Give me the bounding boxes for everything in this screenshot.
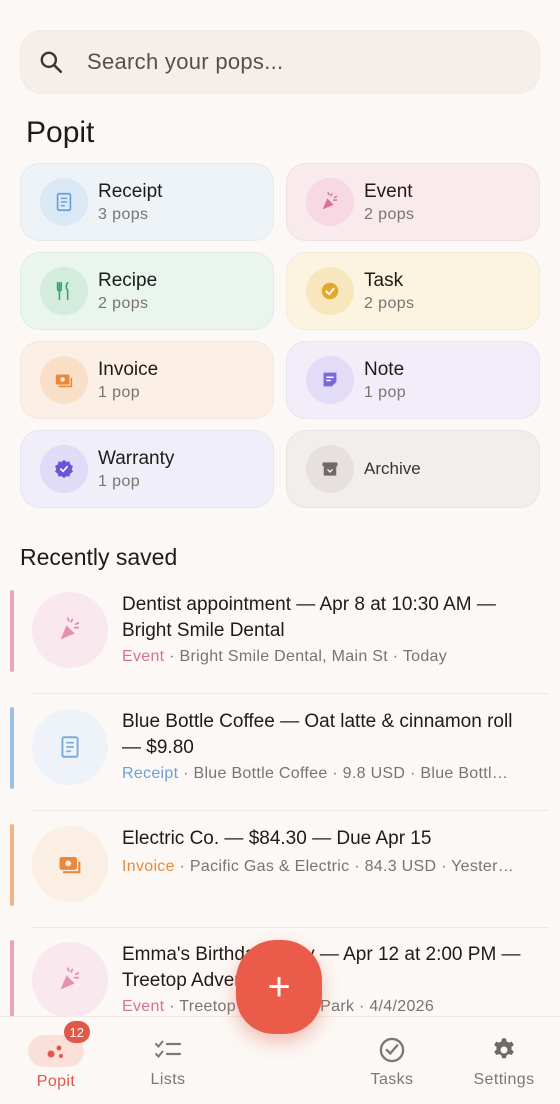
divider — [32, 810, 548, 811]
type-color-bar — [10, 590, 14, 672]
recent-item-meta: Event · Treetop Adventure Park · 4/4/202… — [122, 998, 532, 1016]
section-title: Popit — [26, 116, 95, 149]
note-icon — [306, 356, 354, 404]
recent-item[interactable]: Electric Co. — $84.30 — Due Apr 15 Invoi… — [0, 818, 560, 928]
category-count: 2 pops — [98, 294, 149, 312]
category-count: 1 pop — [364, 383, 407, 401]
category-event[interactable]: Event 2 pops — [286, 163, 540, 241]
recent-item-type: Receipt — [122, 765, 179, 782]
party-popper-icon — [32, 592, 108, 668]
recent-item-title: Blue Bottle Coffee — Oat latte & cinnamo… — [122, 711, 513, 758]
category-receipt[interactable]: Receipt 3 pops — [20, 163, 274, 241]
verified-badge-icon — [40, 445, 88, 493]
category-name: Event — [364, 180, 413, 202]
category-recipe[interactable]: Recipe 2 pops — [20, 252, 274, 330]
recent-item-meta: Receipt · Blue Bottle Coffee · 9.8 USD ·… — [122, 765, 532, 783]
category-count: 2 pops — [364, 205, 415, 223]
type-color-bar — [10, 824, 14, 906]
category-name: Recipe — [98, 269, 158, 291]
app-screen: Search your pops... Popit Receipt 3 pops… — [0, 0, 560, 1104]
receipt-icon — [32, 709, 108, 785]
category-archive[interactable]: Archive — [286, 430, 540, 508]
category-invoice[interactable]: Invoice 1 pop — [20, 341, 274, 419]
category-name: Invoice — [98, 358, 159, 380]
category-name: Receipt — [98, 180, 163, 202]
nav-label: Lists — [150, 1071, 186, 1088]
add-pop-button[interactable]: + — [236, 940, 322, 1034]
category-count: 2 pops — [364, 294, 415, 312]
nav-label: Settings — [473, 1071, 535, 1088]
divider — [32, 693, 548, 694]
nav-tab-settings[interactable]: Settings — [454, 1035, 554, 1104]
recent-item-meta: Invoice · Pacific Gas & Electric · 84.3 … — [122, 858, 532, 876]
recent-item-details: · Blue Bottle Coffee · 9.8 USD · Blue Bo… — [178, 765, 509, 782]
category-note[interactable]: Note 1 pop — [286, 341, 540, 419]
recent-item-title: Emma's Birthday Party — Apr 12 at 2:00 P… — [122, 944, 521, 991]
category-name: Archive — [364, 459, 421, 478]
receipt-icon — [40, 178, 88, 226]
search-input[interactable]: Search your pops... — [87, 49, 283, 75]
nav-tab-tasks[interactable]: Tasks — [342, 1035, 442, 1104]
recent-item[interactable]: Blue Bottle Coffee — Oat latte & cinnamo… — [0, 701, 560, 811]
archive-icon — [306, 445, 354, 493]
category-task[interactable]: Task 2 pops — [286, 252, 540, 330]
recently-saved-title: Recently saved — [20, 544, 178, 570]
type-color-bar — [10, 707, 14, 789]
party-popper-icon — [306, 178, 354, 226]
category-count: 1 pop — [98, 383, 141, 401]
nav-label: Popit — [36, 1073, 76, 1090]
task-check-icon — [377, 1035, 407, 1065]
notification-count-badge: 12 — [63, 1021, 90, 1043]
money-icon — [40, 356, 88, 404]
money-icon — [32, 826, 108, 902]
recent-item-meta: Event · Bright Smile Dental, Main St · T… — [122, 648, 532, 666]
recent-item-details: · Pacific Gas & Electric · 84.3 USD · Ye… — [174, 858, 515, 875]
category-count: 1 pop — [98, 472, 141, 490]
popit-tab-icon: 12 — [28, 1021, 90, 1067]
category-warranty[interactable]: Warranty 1 pop — [20, 430, 274, 508]
party-popper-icon — [32, 942, 108, 1018]
recent-item-details: · Bright Smile Dental, Main St · Today — [164, 648, 448, 665]
type-color-bar — [10, 940, 14, 1022]
category-name: Warranty — [98, 447, 175, 469]
checklist-icon — [153, 1035, 183, 1065]
recent-item-title: Dentist appointment — Apr 8 at 10:30 AM … — [122, 594, 496, 641]
nav-tab-lists[interactable]: Lists — [118, 1035, 218, 1104]
category-name: Note — [364, 358, 405, 380]
recent-item-type: Event — [122, 648, 165, 665]
recent-item-type: Event — [122, 998, 165, 1015]
category-name: Task — [364, 269, 404, 291]
check-circle-icon — [306, 267, 354, 315]
nav-label: Tasks — [370, 1071, 414, 1088]
divider — [32, 927, 548, 928]
search-bar[interactable]: Search your pops... — [20, 30, 540, 94]
recent-item-title: Electric Co. — $84.30 — Due Apr 15 — [122, 828, 432, 849]
recent-item[interactable]: Dentist appointment — Apr 8 at 10:30 AM … — [0, 584, 560, 694]
recent-item-type: Invoice — [122, 858, 175, 875]
category-count: 3 pops — [98, 205, 149, 223]
gear-icon — [489, 1035, 519, 1065]
nav-tab-popit[interactable]: 12 Popit — [6, 1021, 106, 1104]
search-icon — [37, 48, 65, 76]
utensils-icon — [40, 267, 88, 315]
